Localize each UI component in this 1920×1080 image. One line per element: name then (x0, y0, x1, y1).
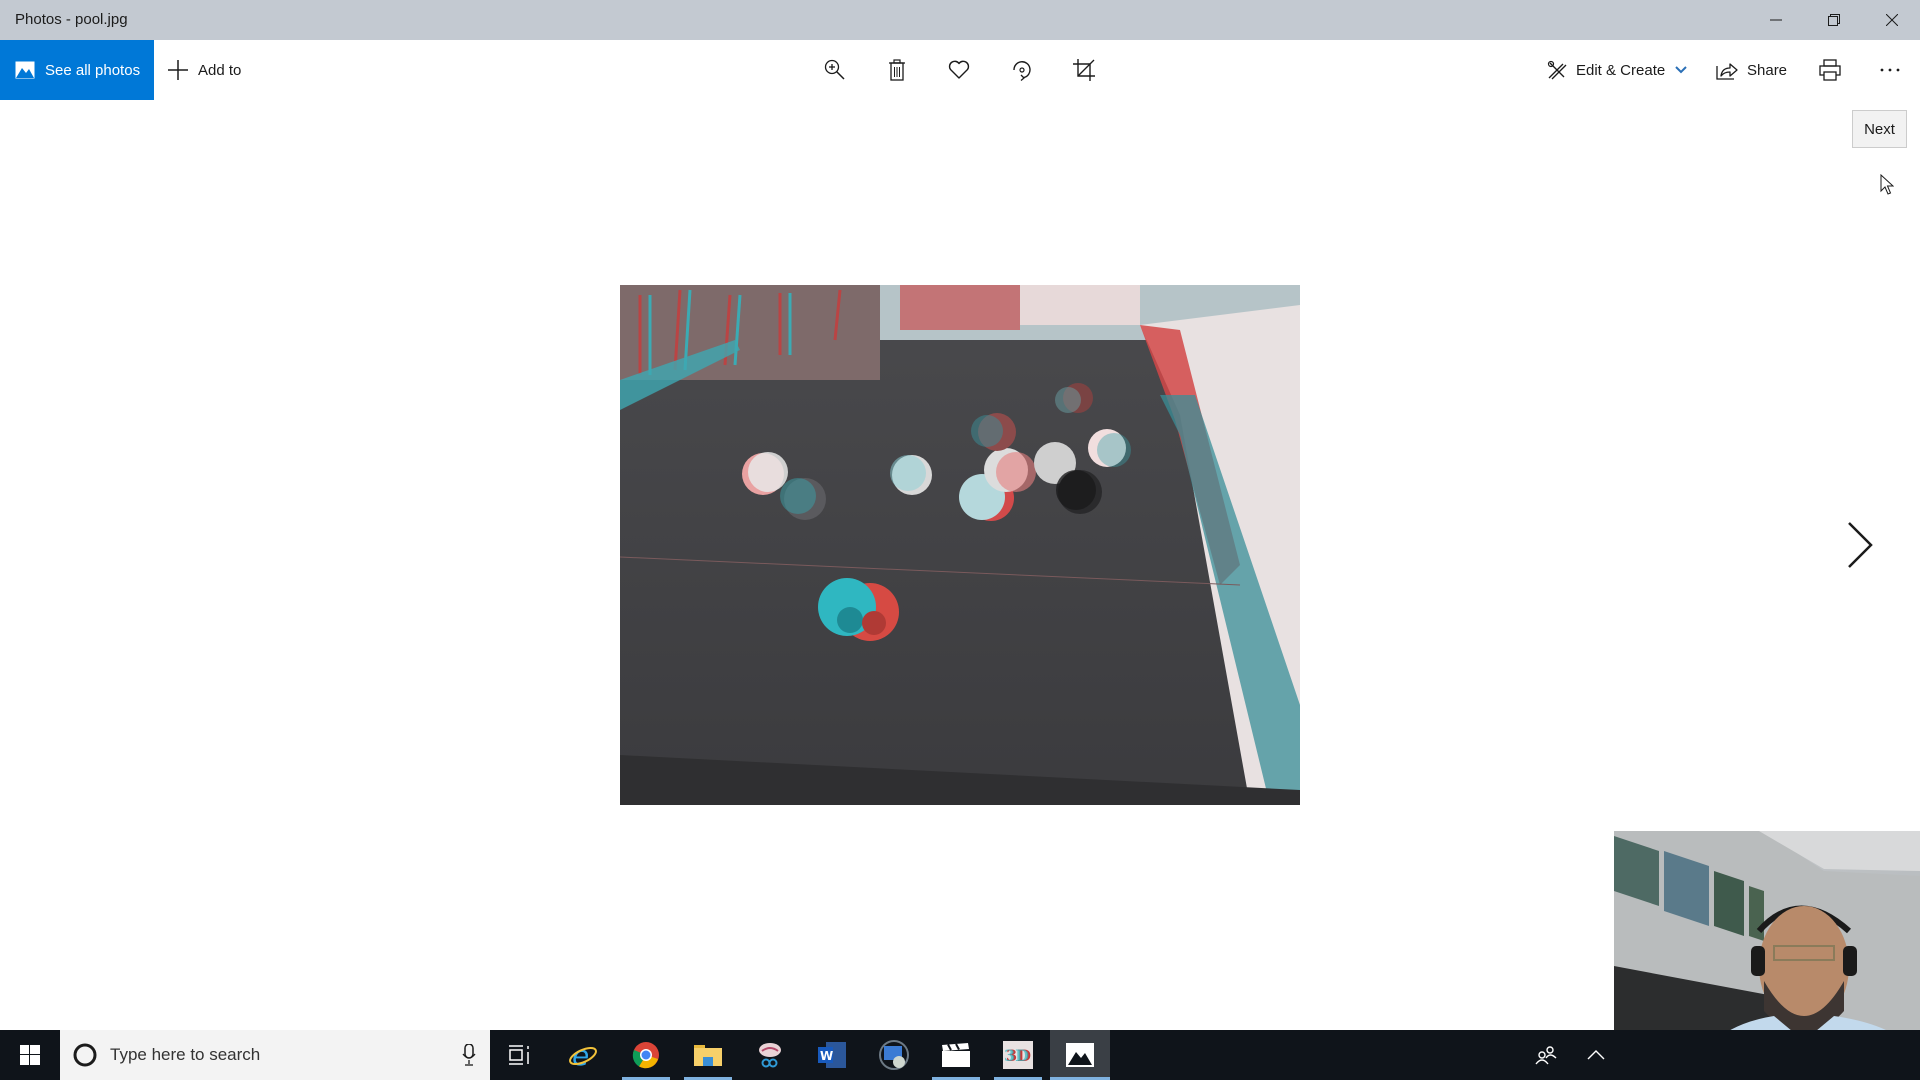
snip-sketch-icon (759, 1043, 781, 1068)
main-photo (620, 285, 1300, 805)
cortana-icon (73, 1043, 97, 1067)
share-button[interactable]: Share (1716, 40, 1787, 100)
task-view-button[interactable] (490, 1030, 550, 1080)
taskbar-file-explorer[interactable] (678, 1030, 738, 1080)
zoom-button[interactable] (819, 54, 851, 86)
taskbar-photos[interactable] (1050, 1030, 1110, 1080)
more-button[interactable] (1874, 54, 1906, 86)
minimize-button[interactable] (1748, 0, 1804, 40)
close-button[interactable] (1864, 0, 1920, 40)
task-view-icon (509, 1045, 529, 1065)
next-tooltip: Next (1852, 110, 1907, 148)
people-icon (1535, 1046, 1557, 1065)
photos-app-icon (1066, 1043, 1094, 1067)
restore-button[interactable] (1806, 0, 1862, 40)
start-button[interactable] (0, 1030, 60, 1080)
see-all-photos-label: See all photos (45, 61, 141, 79)
minimize-icon (1770, 19, 1782, 21)
share-icon (1716, 63, 1738, 80)
see-all-photos-button[interactable]: See all photos (0, 40, 154, 100)
restore-icon (1828, 14, 1840, 26)
edit-create-label: Edit & Create (1576, 61, 1666, 79)
favorite-button[interactable] (943, 54, 975, 86)
people-button[interactable] (1526, 1030, 1566, 1080)
photo-icon (15, 61, 35, 79)
search-placeholder: Type here to search (110, 1045, 261, 1064)
print-button[interactable] (1814, 54, 1846, 86)
windows-icon (20, 1045, 40, 1065)
taskbar-snip-sketch[interactable] (740, 1030, 800, 1080)
rotate-button[interactable] (1006, 54, 1038, 86)
toolbar: See all photos Add to Edit & Create Shar… (0, 40, 1920, 100)
delete-button[interactable] (881, 54, 913, 86)
taskbar-movies-tv[interactable] (926, 1030, 986, 1080)
chevron-right-icon (1848, 522, 1873, 568)
chevron-down-icon (1675, 66, 1687, 74)
more-icon (1880, 68, 1900, 72)
svg-text:3D: 3D (1004, 1046, 1029, 1065)
pool-table-image (620, 285, 1300, 805)
crop-button[interactable] (1068, 54, 1100, 86)
mouse-cursor-icon (1880, 174, 1894, 195)
plus-icon (168, 60, 188, 80)
taskbar-internet-explorer[interactable]: e (553, 1030, 613, 1080)
taskbar-microsoft-word[interactable]: W (802, 1030, 862, 1080)
title-bar: Photos - pool.jpg (0, 0, 1920, 40)
edit-create-button[interactable]: Edit & Create (1547, 40, 1687, 100)
window-title: Photos - pool.jpg (15, 11, 128, 28)
heart-icon (948, 60, 970, 79)
crop-icon (1073, 59, 1095, 81)
internet-explorer-icon: e (569, 1041, 597, 1069)
taskbar-search-box[interactable]: Type here to search (60, 1030, 490, 1080)
taskbar-remote-desktop[interactable] (864, 1030, 924, 1080)
clapperboard-icon (942, 1043, 970, 1067)
zoom-in-icon (824, 59, 845, 80)
close-icon (1886, 14, 1898, 26)
folder-icon (694, 1045, 722, 1066)
taskbar-3d-viewer[interactable]: 3D 3D (988, 1030, 1048, 1080)
taskbar: Type here to search e W 3D 3D (0, 1030, 1920, 1080)
add-to-button[interactable]: Add to (168, 40, 241, 100)
print-icon (1819, 59, 1841, 81)
taskbar-google-chrome[interactable] (616, 1030, 676, 1080)
share-label: Share (1747, 61, 1788, 79)
chevron-up-icon (1587, 1050, 1605, 1060)
word-icon: W (818, 1042, 846, 1068)
add-to-label: Add to (198, 61, 242, 79)
3d-viewer-icon: 3D3D (1003, 1041, 1033, 1069)
next-photo-button[interactable] (1840, 515, 1880, 575)
svg-text:W: W (820, 1049, 833, 1063)
chrome-icon (632, 1042, 659, 1069)
rotate-icon (1013, 61, 1031, 81)
remote-desktop-icon (879, 1040, 909, 1070)
show-hidden-icons-button[interactable] (1576, 1030, 1616, 1080)
delete-icon (889, 59, 905, 81)
edit-create-icon (1547, 60, 1567, 80)
microphone-icon[interactable] (462, 1044, 476, 1066)
